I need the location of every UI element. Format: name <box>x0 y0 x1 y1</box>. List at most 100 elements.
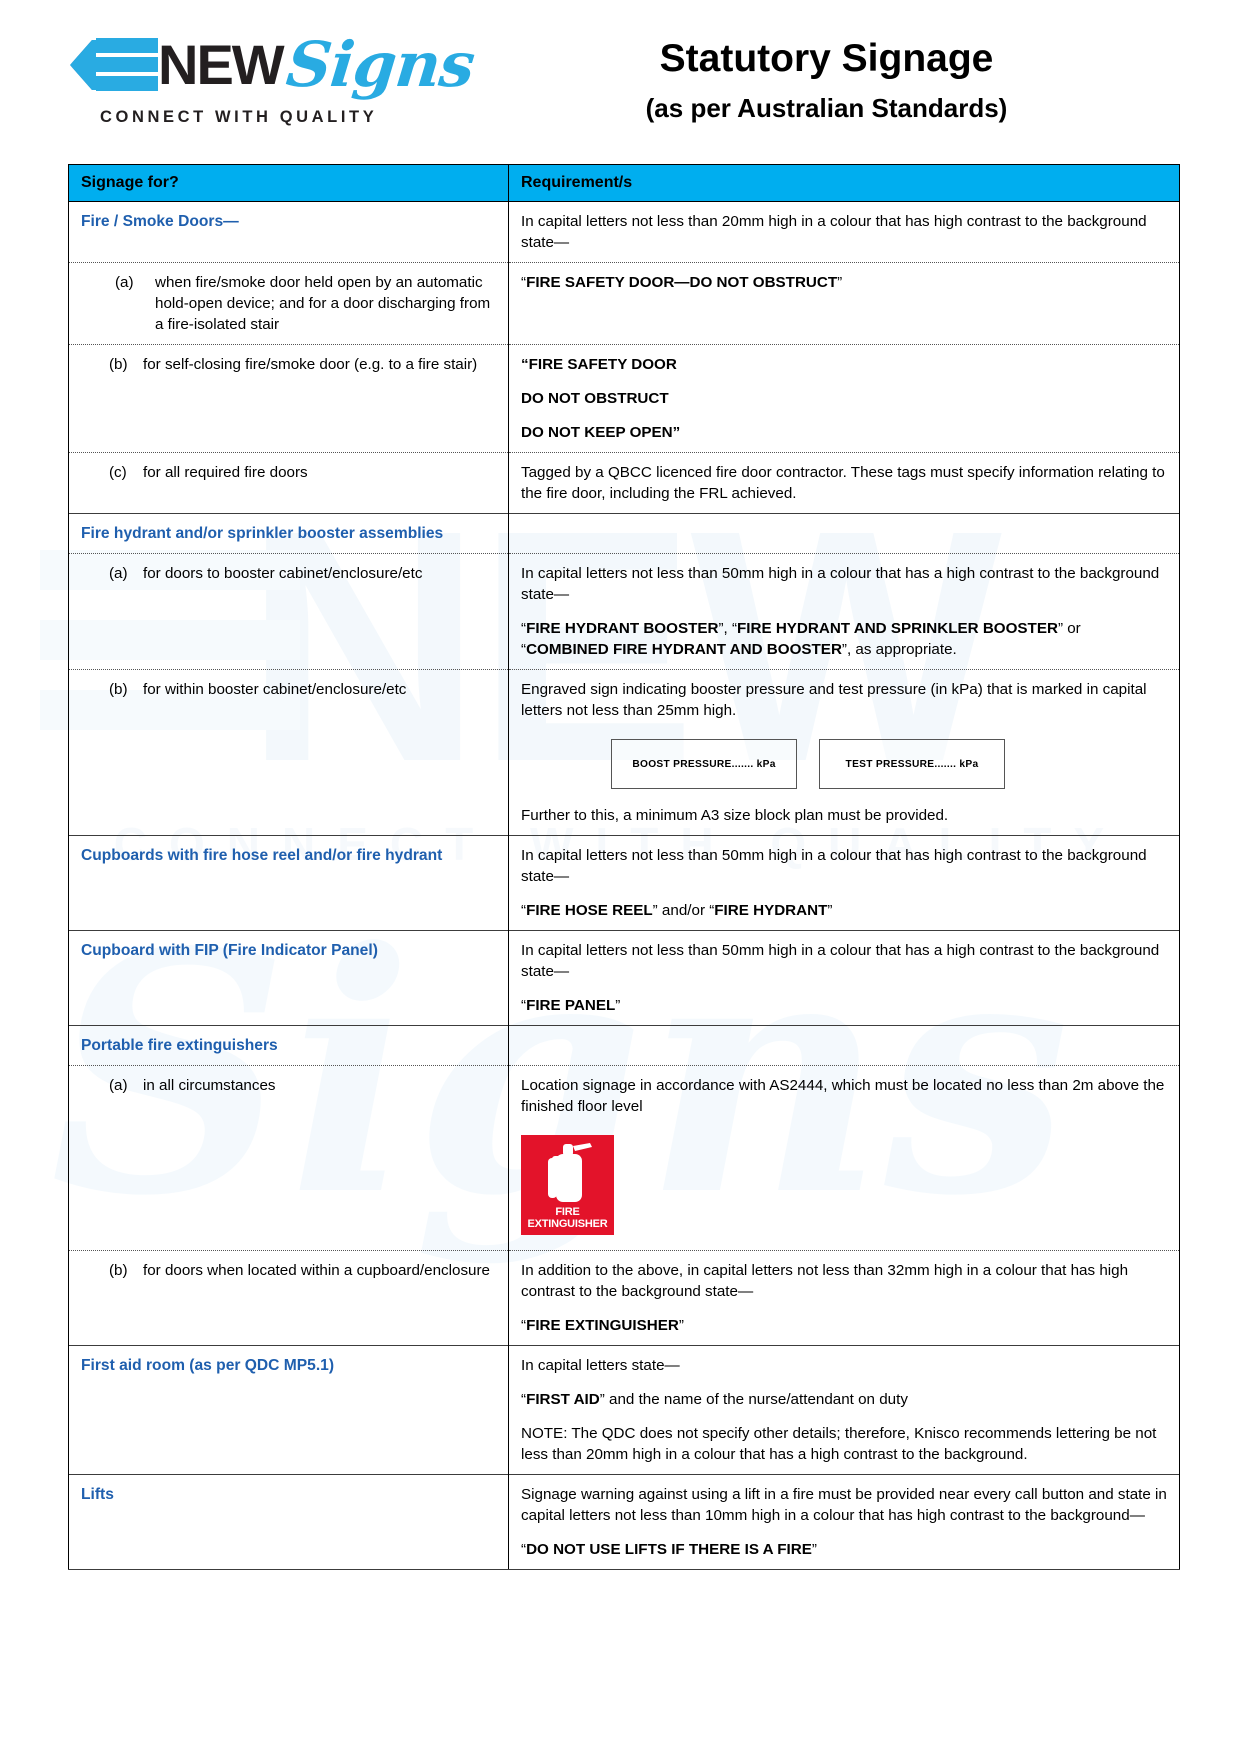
requirement-quote-line: DO NOT KEEP OPEN” <box>521 424 681 441</box>
table-row: First aid room (as per QDC MP5.1) In cap… <box>68 1345 1180 1475</box>
cell-requirements: “FIRE SAFETY DOOR DO NOT OBSTRUCT DO NOT… <box>508 344 1180 453</box>
item-text: in all circumstances <box>143 1077 276 1094</box>
requirement-quote: “FIRST AID” and the name of the nurse/at… <box>521 1391 908 1408</box>
requirement-text: In capital letters not less than 20mm hi… <box>521 213 1147 251</box>
cell-signage-for: (a) in all circumstances <box>68 1065 509 1251</box>
table-row: Fire / Smoke Doors— In capital letters n… <box>68 201 1180 263</box>
table-row: (a) when fire/smoke door held open by an… <box>68 262 1180 345</box>
item-text: for doors when located within a cupboard… <box>143 1262 490 1279</box>
requirement-quote-line: “FIRE SAFETY DOOR <box>521 356 677 373</box>
requirement-text: In capital letters not less than 50mm hi… <box>521 942 1160 980</box>
column-header-requirements: Requirement/s <box>508 164 1180 202</box>
table-header-row: Signage for? Requirement/s <box>68 164 1180 202</box>
cell-signage-for: (a) for doors to booster cabinet/enclosu… <box>68 553 509 670</box>
page-subtitle: (as per Australian Standards) <box>645 93 1008 123</box>
requirement-text: Signage warning against using a lift in … <box>521 1486 1167 1524</box>
cell-requirements: Engraved sign indicating booster pressur… <box>508 669 1180 836</box>
cell-signage-for: (b) for doors when located within a cupb… <box>68 1250 509 1346</box>
requirement-quote: “FIRE EXTINGUISHER” <box>521 1317 684 1334</box>
boost-pressure-sign: BOOST PRESSURE....... kPa <box>611 739 797 789</box>
requirement-quote: “FIRE PANEL” <box>521 997 621 1014</box>
table-row: (b) for self-closing fire/smoke door (e.… <box>68 344 1180 453</box>
table-row: Cupboard with FIP (Fire Indicator Panel)… <box>68 930 1180 1026</box>
table-row: (a) for doors to booster cabinet/enclosu… <box>68 553 1180 670</box>
cell-requirements <box>508 513 1180 554</box>
section-title: Cupboard with FIP (Fire Indicator Panel) <box>81 942 378 959</box>
item-marker: (a) <box>109 565 128 582</box>
item-text: for self-closing fire/smoke door (e.g. t… <box>143 356 478 373</box>
requirement-quote: “DO NOT USE LIFTS IF THERE IS A FIRE” <box>521 1541 817 1558</box>
document-page: NEW Signs CONNECT WITH QUALITY Statutory… <box>0 0 1241 1570</box>
cell-requirements: Tagged by a QBCC licenced fire door cont… <box>508 452 1180 514</box>
statutory-signage-table: Signage for? Requirement/s Fire / Smoke … <box>68 164 1180 1570</box>
table-row: (a) in all circumstances Location signag… <box>68 1065 1180 1251</box>
cell-requirements: Signage warning against using a lift in … <box>508 1474 1180 1570</box>
fire-extinguisher-sign: FIRE EXTINGUISHER <box>521 1135 614 1235</box>
requirement-text: In capital letters state— <box>521 1357 680 1374</box>
requirement-quote: “FIRE HYDRANT BOOSTER”, “FIRE HYDRANT AN… <box>521 620 1081 658</box>
cell-requirements: In capital letters not less than 20mm hi… <box>508 201 1180 263</box>
item-text: for doors to booster cabinet/enclosure/e… <box>143 565 423 582</box>
section-title: First aid room (as per QDC MP5.1) <box>81 1357 335 1374</box>
cell-signage-for: (a) when fire/smoke door held open by an… <box>68 262 509 345</box>
booster-pressure-signs: BOOST PRESSURE....... kPa TEST PRESSURE.… <box>611 739 1169 789</box>
cell-signage-for: First aid room (as per QDC MP5.1) <box>68 1345 509 1475</box>
cell-signage-for: (b) for within booster cabinet/enclosure… <box>68 669 509 836</box>
requirement-text: In capital letters not less than 50mm hi… <box>521 847 1147 885</box>
item-marker: (b) <box>109 356 128 373</box>
cell-signage-for: (b) for self-closing fire/smoke door (e.… <box>68 344 509 453</box>
cell-requirements <box>508 1025 1180 1066</box>
logo-script: Signs <box>282 28 478 101</box>
table-row: Lifts Signage warning against using a li… <box>68 1474 1180 1570</box>
table-row: Portable fire extinguishers <box>68 1025 1180 1066</box>
page-title-block: Statutory Signage (as per Australian Sta… <box>452 26 1171 124</box>
requirement-note: Further to this, a minimum A3 size block… <box>521 807 949 824</box>
sign-label-line1: FIRE <box>555 1206 580 1218</box>
logo-mark-icon <box>62 30 162 100</box>
requirement-quote: “FIRE HOSE REEL” and/or “FIRE HYDRANT” <box>521 902 833 919</box>
requirement-text: Location signage in accordance with AS24… <box>521 1077 1165 1115</box>
cell-signage-for: (c) for all required fire doors <box>68 452 509 514</box>
sign-label-line2: EXTINGUISHER <box>527 1218 608 1230</box>
requirement-note: NOTE: The QDC does not specify other det… <box>521 1425 1157 1463</box>
requirement-quote: “FIRE SAFETY DOOR—DO NOT OBSTRUCT” <box>521 274 843 291</box>
item-marker: (b) <box>109 681 128 698</box>
logo-wordmark: NEW <box>158 33 285 96</box>
requirement-text: In addition to the above, in capital let… <box>521 1262 1129 1300</box>
table-row: Fire hydrant and/or sprinkler booster as… <box>68 513 1180 554</box>
fire-extinguisher-icon <box>547 1143 592 1202</box>
section-title: Fire hydrant and/or sprinkler booster as… <box>81 525 444 542</box>
table-row: (c) for all required fire doors Tagged b… <box>68 452 1180 514</box>
cell-signage-for: Fire / Smoke Doors— <box>68 201 509 263</box>
cell-requirements: Location signage in accordance with AS24… <box>508 1065 1180 1251</box>
logo-tagline: CONNECT WITH QUALITY <box>100 108 378 126</box>
section-title: Cupboards with fire hose reel and/or fir… <box>81 847 443 864</box>
masthead: NEW Signs CONNECT WITH QUALITY Statutory… <box>0 0 1241 150</box>
cell-requirements: In capital letters state— “FIRST AID” an… <box>508 1345 1180 1475</box>
table-row: Cupboards with fire hose reel and/or fir… <box>68 835 1180 931</box>
item-text: for all required fire doors <box>143 464 308 481</box>
cell-signage-for: Portable fire extinguishers <box>68 1025 509 1066</box>
table-row: (b) for doors when located within a cupb… <box>68 1250 1180 1346</box>
item-text: when fire/smoke door held open by an aut… <box>155 274 491 333</box>
table-row: (b) for within booster cabinet/enclosure… <box>68 669 1180 836</box>
item-marker: (c) <box>109 464 127 481</box>
item-marker: (a) <box>115 274 134 291</box>
requirement-text: Engraved sign indicating booster pressur… <box>521 681 1147 719</box>
test-pressure-sign: TEST PRESSURE....... kPa <box>819 739 1005 789</box>
cell-signage-for: Lifts <box>68 1474 509 1570</box>
company-logo: NEW Signs CONNECT WITH QUALITY <box>62 26 477 127</box>
cell-requirements: “FIRE SAFETY DOOR—DO NOT OBSTRUCT” <box>508 262 1180 345</box>
column-header-signage-for: Signage for? <box>68 164 509 202</box>
cell-signage-for: Cupboards with fire hose reel and/or fir… <box>68 835 509 931</box>
section-title: Lifts <box>81 1486 114 1503</box>
item-marker: (a) <box>109 1077 128 1094</box>
cell-requirements: In addition to the above, in capital let… <box>508 1250 1180 1346</box>
page-title: Statutory Signage <box>659 37 994 80</box>
cell-requirements: In capital letters not less than 50mm hi… <box>508 553 1180 670</box>
cell-requirements: In capital letters not less than 50mm hi… <box>508 930 1180 1026</box>
requirement-text: In capital letters not less than 50mm hi… <box>521 565 1160 603</box>
cell-requirements: In capital letters not less than 50mm hi… <box>508 835 1180 931</box>
section-title: Portable fire extinguishers <box>81 1037 278 1054</box>
section-title: Fire / Smoke Doors— <box>81 213 239 230</box>
